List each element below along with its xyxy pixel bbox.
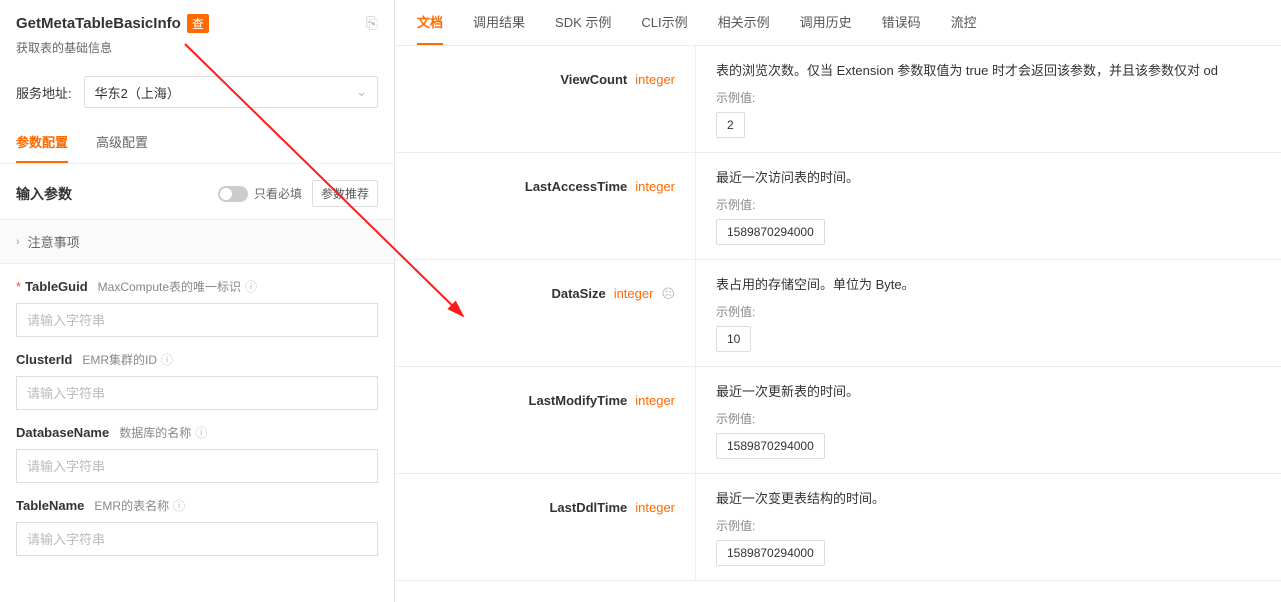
tab-params[interactable]: 参数配置 — [16, 122, 68, 163]
field-ClusterId: ClusterId EMR集群的IDⓘ — [0, 337, 394, 410]
rtab-5[interactable]: 调用历史 — [800, 0, 852, 45]
field-desc: EMR的表名称 — [94, 497, 169, 514]
field-name: TableName — [16, 498, 84, 513]
section-title: 输入参数 — [16, 184, 72, 204]
help-icon[interactable]: ⓘ — [245, 278, 257, 295]
field-name: ClusterId — [16, 352, 72, 367]
help-icon[interactable]: ⓘ — [195, 424, 207, 441]
param-row-LastAccessTime: LastAccessTime integer 最近一次访问表的时间。示例值: 1589… — [395, 153, 1281, 260]
field-TableGuid: * TableGuid MaxCompute表的唯一标识ⓘ — [0, 264, 394, 337]
param-row-ViewCount: ViewCount integer 表的浏览次数。仅当 Extension 参数取值… — [395, 46, 1281, 153]
field-DatabaseName: DatabaseName 数据库的名称ⓘ — [0, 410, 394, 483]
example-value: 2 — [716, 112, 745, 138]
example-label: 示例值: — [716, 196, 1261, 213]
service-label: 服务地址: — [16, 83, 72, 102]
param-type: integer — [614, 286, 654, 301]
field-input-ClusterId[interactable] — [16, 376, 378, 410]
field-desc: MaxCompute表的唯一标识 — [98, 278, 241, 295]
example-value: 1589870294000 — [716, 433, 825, 459]
recommend-button[interactable]: 参数推荐 — [312, 180, 378, 207]
example-value: 10 — [716, 326, 751, 352]
param-desc: 表的浏览次数。仅当 Extension 参数取值为 true 时才会返回该参数，… — [716, 60, 1261, 79]
example-value: 1589870294000 — [716, 219, 825, 245]
rtab-6[interactable]: 错误码 — [882, 0, 921, 45]
param-row-LastModifyTime: LastModifyTime integer 最近一次更新表的时间。示例值: 1589… — [395, 367, 1281, 474]
required-star: * — [16, 279, 21, 294]
copy-icon[interactable]: ⎘ — [366, 15, 378, 32]
help-icon[interactable]: ⓘ — [173, 497, 185, 514]
rtab-3[interactable]: CLI示例 — [641, 0, 687, 45]
example-label: 示例值: — [716, 303, 1261, 320]
chevron-down-icon: ⌄ — [356, 84, 367, 100]
example-label: 示例值: — [716, 517, 1261, 534]
required-only-toggle[interactable] — [218, 186, 248, 202]
rtab-1[interactable]: 调用结果 — [473, 0, 525, 45]
example-label: 示例值: — [716, 89, 1261, 106]
rtab-2[interactable]: SDK 示例 — [555, 0, 611, 45]
tab-advanced[interactable]: 高级配置 — [96, 122, 148, 163]
field-TableName: TableName EMR的表名称ⓘ — [0, 483, 394, 556]
rtab-4[interactable]: 相关示例 — [718, 0, 770, 45]
param-name: ViewCount — [560, 72, 627, 87]
field-input-TableName[interactable] — [16, 522, 378, 556]
param-type: integer — [635, 72, 675, 87]
param-name: DataSize — [551, 286, 605, 301]
api-badge: 查 — [187, 14, 209, 33]
field-name: DatabaseName — [16, 425, 109, 440]
param-name: LastDdlTime — [549, 500, 627, 515]
param-desc: 最近一次变更表结构的时间。 — [716, 488, 1261, 507]
param-row-DataSize: DataSize integer ☹ 表占用的存储空间。单位为 Byte。示例值: 10 — [395, 260, 1281, 367]
example-label: 示例值: — [716, 410, 1261, 427]
service-select[interactable]: 华东2（上海） ⌄ — [84, 76, 378, 108]
sad-icon[interactable]: ☹ — [661, 286, 675, 302]
help-icon[interactable]: ⓘ — [161, 351, 173, 368]
param-type: integer — [635, 500, 675, 515]
param-type: integer — [635, 393, 675, 408]
api-subtitle: 获取表的基础信息 — [16, 39, 378, 56]
param-desc: 表占用的存储空间。单位为 Byte。 — [716, 274, 1261, 293]
example-value: 1589870294000 — [716, 540, 825, 566]
api-name: GetMetaTableBasicInfo — [16, 15, 181, 32]
chevron-right-icon: › — [16, 236, 20, 248]
field-input-DatabaseName[interactable] — [16, 449, 378, 483]
param-name: LastModifyTime — [529, 393, 628, 408]
param-row-LastDdlTime: LastDdlTime integer 最近一次变更表结构的时间。示例值: 15898… — [395, 474, 1281, 581]
param-desc: 最近一次更新表的时间。 — [716, 381, 1261, 400]
rtab-0[interactable]: 文档 — [417, 0, 443, 45]
field-desc: EMR集群的ID — [82, 351, 157, 368]
param-desc: 最近一次访问表的时间。 — [716, 167, 1261, 186]
param-type: integer — [635, 179, 675, 194]
field-input-TableGuid[interactable] — [16, 303, 378, 337]
notice-label: 注意事项 — [28, 232, 80, 251]
service-value: 华东2（上海） — [95, 83, 180, 102]
field-desc: 数据库的名称 — [119, 424, 191, 441]
field-name: TableGuid — [25, 279, 88, 294]
param-name: LastAccessTime — [525, 179, 627, 194]
notice-expand[interactable]: › 注意事项 — [0, 219, 394, 264]
toggle-label: 只看必填 — [254, 185, 302, 202]
rtab-7[interactable]: 流控 — [951, 0, 977, 45]
